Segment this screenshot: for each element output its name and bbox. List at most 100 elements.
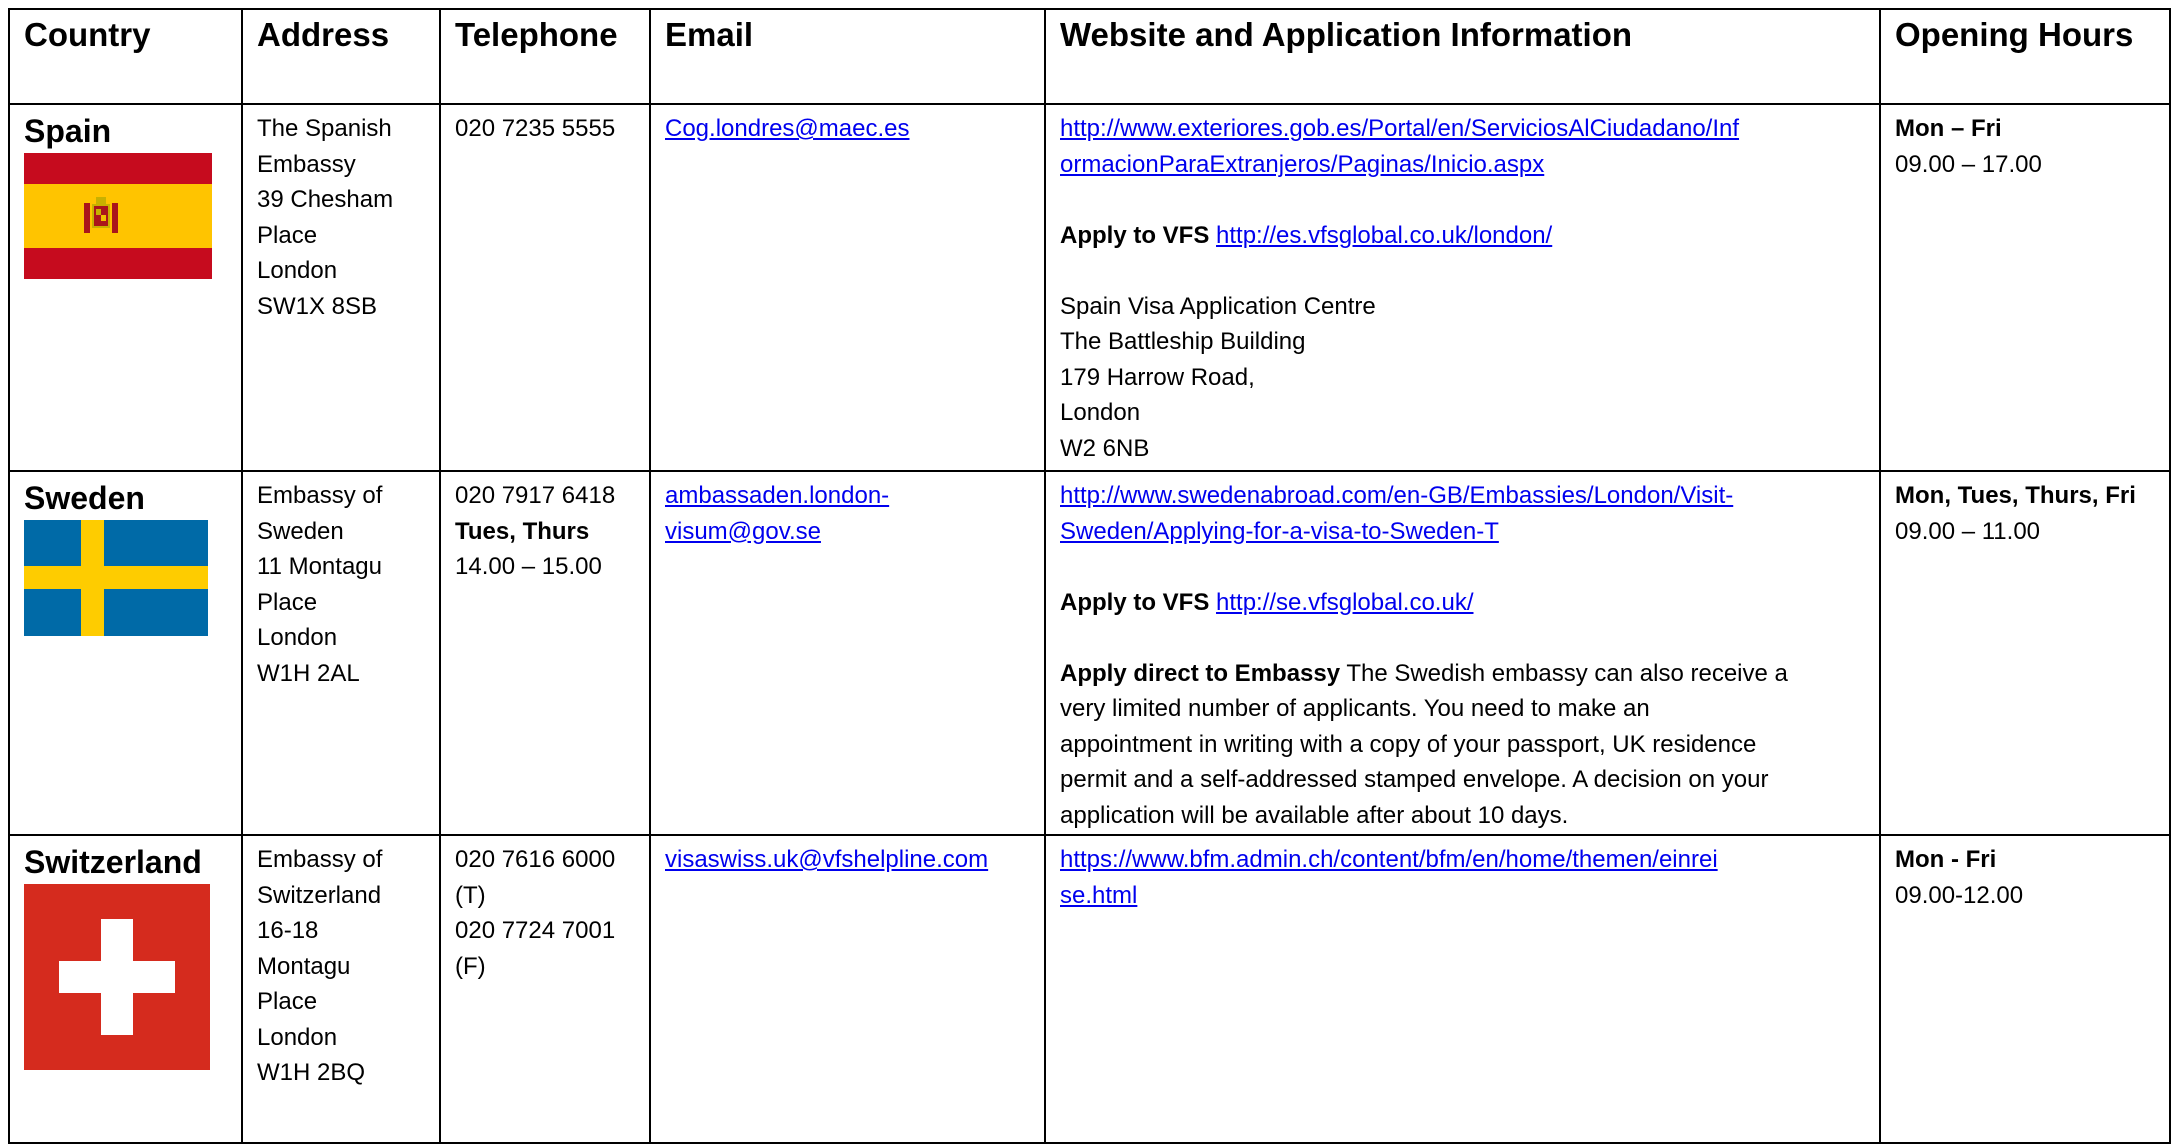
centre-line: 179 Harrow Road, xyxy=(1060,363,1255,391)
address-line: The Spanish xyxy=(257,115,392,142)
hours-cell: Mon - Fri 09.00-12.00 xyxy=(1879,834,2171,1144)
apply-vfs: Apply to VFS http://se.vfsglobal.co.uk/ xyxy=(1060,585,1869,621)
address-line: 16-18 xyxy=(257,917,319,944)
email-cell: ambassaden.london- visum@gov.se xyxy=(649,470,1046,836)
header-country: Country xyxy=(8,8,243,105)
telephone-number: 020 7235 5555 xyxy=(455,115,616,142)
address-line: 39 Chesham xyxy=(257,186,394,213)
country-name: Sweden xyxy=(24,480,145,516)
header-address: Address xyxy=(241,8,441,105)
apply-vfs-label: Apply to VFS xyxy=(1060,588,1210,616)
address-line: Switzerland xyxy=(257,881,382,909)
email-link[interactable]: visaswiss.uk@vfshelpline.com xyxy=(665,842,1034,878)
website-cell: http://www.exteriores.gob.es/Portal/en/S… xyxy=(1044,103,1881,472)
hours-days: Mon – Fri xyxy=(1895,115,2002,142)
address-line: Place xyxy=(257,988,318,1015)
address-line: W1H 2BQ xyxy=(257,1059,366,1086)
header-telephone: Telephone xyxy=(439,8,651,105)
apply-vfs-link[interactable]: http://se.vfsglobal.co.uk/ xyxy=(1216,589,1473,616)
address-line: SW1X 8SB xyxy=(257,292,378,320)
centre-line: Spain Visa Application Centre xyxy=(1060,292,1376,320)
address-line: Sweden xyxy=(257,517,344,545)
telephone-days: Tues, Thurs xyxy=(455,517,590,545)
website-link-line: se.html xyxy=(1060,881,1138,909)
country-cell: Switzerland xyxy=(8,834,243,1144)
address-line: W1H 2AL xyxy=(257,659,360,687)
website-link-line: http://www.exteriores.gob.es/Portal/en/S… xyxy=(1060,115,1740,142)
header-row: Country Address Telephone Email Website … xyxy=(8,8,2171,105)
address-cell: Embassy of Switzerland 16-18 Montagu Pla… xyxy=(241,834,441,1144)
address-line: 11 Montagu xyxy=(257,553,382,580)
table-row: Spain The Spanish Embassy 39 Chesham Pla… xyxy=(8,103,2171,472)
country-cell: Sweden xyxy=(8,470,243,836)
website-link-line: https://www.bfm.admin.ch/content/bfm/en/… xyxy=(1060,846,1718,873)
hours-days: Mon, Tues, Thurs, Fri xyxy=(1895,482,2136,509)
telephone-cell: 020 7917 6418 Tues, Thurs 14.00 – 15.00 xyxy=(439,470,651,836)
address-line: Montagu xyxy=(257,952,351,980)
telephone-number: 020 7724 7001 xyxy=(455,917,616,944)
website-link[interactable]: http://www.exteriores.gob.es/Portal/en/S… xyxy=(1060,111,1869,182)
website-link-line: ormacionParaExtranjeros/Paginas/Inicio.a… xyxy=(1060,150,1545,178)
hours-time: 09.00-12.00 xyxy=(1895,881,2024,909)
table-row: Sweden Embassy of Sweden 11 Montagu Plac… xyxy=(8,470,2171,836)
table-row: Switzerland Embassy of Switzerland 16-18… xyxy=(8,834,2171,1144)
header-opening-hours: Opening Hours xyxy=(1879,8,2171,105)
email-cell: visaswiss.uk@vfshelpline.com xyxy=(649,834,1046,1144)
spain-flag-icon xyxy=(24,153,212,279)
country-name: Spain xyxy=(24,113,112,149)
telephone-number: 020 7917 6418 xyxy=(455,482,616,509)
sweden-flag-icon xyxy=(24,520,208,636)
hours-cell: Mon – Fri 09.00 – 17.00 xyxy=(1879,103,2171,472)
address-line: Embassy of xyxy=(257,846,383,873)
email-link-line: visum@gov.se xyxy=(665,517,821,545)
apply-direct-text: The Swedish embassy can also receive a xyxy=(1340,659,1788,687)
email-cell: Cog.londres@maec.es xyxy=(649,103,1046,472)
address-line: London xyxy=(257,1023,338,1051)
country-name: Switzerland xyxy=(24,844,202,880)
telephone-type: (F) xyxy=(455,952,486,980)
apply-direct-text: application will be available after abou… xyxy=(1060,801,1569,829)
email-link-line: ambassaden.london- xyxy=(665,482,890,509)
apply-vfs-link[interactable]: http://es.vfsglobal.co.uk/london/ xyxy=(1216,222,1552,249)
address-line: Place xyxy=(257,221,318,249)
hours-time: 09.00 – 11.00 xyxy=(1895,517,2041,545)
email-link[interactable]: ambassaden.london- visum@gov.se xyxy=(665,478,1034,549)
apply-direct: Apply direct to Embassy The Swedish emba… xyxy=(1060,656,1869,834)
address-line: Place xyxy=(257,588,318,616)
website-cell: https://www.bfm.admin.ch/content/bfm/en/… xyxy=(1044,834,1881,1144)
apply-vfs: Apply to VFS http://es.vfsglobal.co.uk/l… xyxy=(1060,218,1869,254)
telephone-time: 14.00 – 15.00 xyxy=(455,553,602,580)
telephone-type: (T) xyxy=(455,881,486,909)
apply-direct-text: permit and a self-addressed stamped enve… xyxy=(1060,766,1769,793)
country-cell: Spain xyxy=(8,103,243,472)
centre-line: W2 6NB xyxy=(1060,434,1150,462)
embassy-table: Country Address Telephone Email Website … xyxy=(8,8,2171,1144)
switzerland-flag-icon xyxy=(24,884,210,1070)
hours-days: Mon - Fri xyxy=(1895,846,1997,873)
hours-cell: Mon, Tues, Thurs, Fri 09.00 – 11.00 xyxy=(1879,470,2171,836)
header-email: Email xyxy=(649,8,1046,105)
address-cell: The Spanish Embassy 39 Chesham Place Lon… xyxy=(241,103,441,472)
address-line: Embassy xyxy=(257,150,356,178)
address-line: London xyxy=(257,257,338,284)
website-link-line: Sweden/Applying-for-a-visa-to-Sweden-T xyxy=(1060,517,1499,545)
header-website: Website and Application Information xyxy=(1044,8,1881,105)
email-link[interactable]: Cog.londres@maec.es xyxy=(665,111,1034,147)
apply-direct-text: very limited number of applicants. You n… xyxy=(1060,695,1650,722)
hours-time: 09.00 – 17.00 xyxy=(1895,150,2042,178)
apply-direct-text: appointment in writing with a copy of yo… xyxy=(1060,730,1757,758)
address-line: London xyxy=(257,624,338,651)
website-link[interactable]: https://www.bfm.admin.ch/content/bfm/en/… xyxy=(1060,842,1869,913)
website-link[interactable]: http://www.swedenabroad.com/en-GB/Embass… xyxy=(1060,478,1869,549)
website-link-line: http://www.swedenabroad.com/en-GB/Embass… xyxy=(1060,482,1734,509)
centre-line: London xyxy=(1060,399,1141,426)
telephone-cell: 020 7616 6000 (T) 020 7724 7001 (F) xyxy=(439,834,651,1144)
website-cell: http://www.swedenabroad.com/en-GB/Embass… xyxy=(1044,470,1881,836)
centre-line: The Battleship Building xyxy=(1060,328,1306,355)
telephone-number: 020 7616 6000 xyxy=(455,846,616,873)
address-cell: Embassy of Sweden 11 Montagu Place Londo… xyxy=(241,470,441,836)
apply-direct-label: Apply direct to Embassy xyxy=(1060,659,1341,687)
telephone-cell: 020 7235 5555 xyxy=(439,103,651,472)
address-line: Embassy of xyxy=(257,482,383,509)
apply-vfs-label: Apply to VFS xyxy=(1060,221,1210,249)
